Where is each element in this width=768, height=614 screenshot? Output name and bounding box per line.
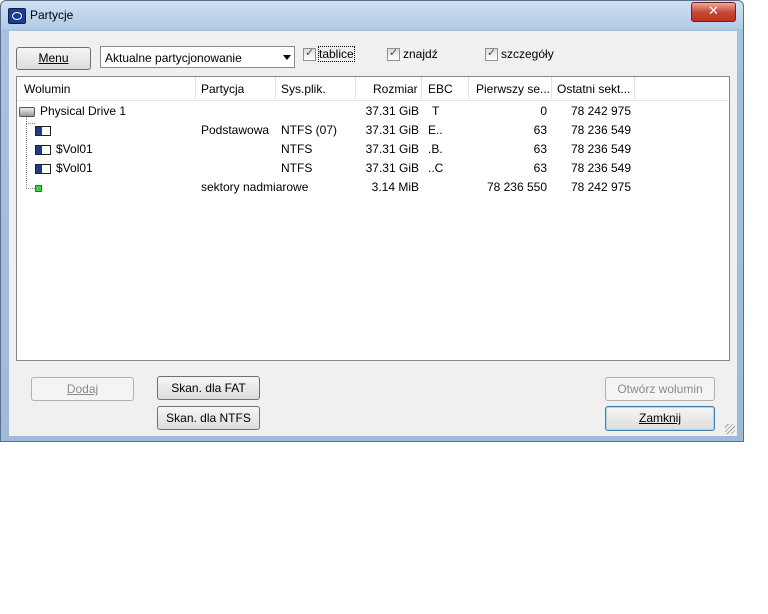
combo-value: Aktualne partycjonowanie xyxy=(105,51,242,65)
volume-icon xyxy=(35,145,51,155)
column-separator[interactable] xyxy=(355,77,356,99)
column-separator[interactable] xyxy=(275,77,276,99)
cell-filesystem: NTFS xyxy=(281,161,313,175)
checkbox-details-box[interactable] xyxy=(485,46,498,61)
cell-first-sector: 63 xyxy=(533,142,547,156)
cell-first-sector: 63 xyxy=(533,123,547,137)
cell-size: 37.31 GiB xyxy=(365,123,419,137)
table-row[interactable]: sektory nadmiarowe 3.14 MiB 78 236 550 7… xyxy=(17,178,729,197)
title-bar[interactable]: Partycje ✕ xyxy=(1,1,743,29)
cell-volume: Physical Drive 1 xyxy=(40,104,127,118)
checkbox-find-label: znajdź xyxy=(403,47,438,61)
cell-size: 37.31 GiB xyxy=(365,142,419,156)
chevron-down-icon[interactable] xyxy=(283,55,291,60)
cell-first-sector: 0 xyxy=(540,104,547,118)
cell-size: 37.31 GiB xyxy=(365,161,419,175)
checkbox-details-label: szczegóły xyxy=(501,47,554,61)
partitions-window: Partycje ✕ Menu Aktualne partycjonowanie… xyxy=(0,0,744,442)
dialog-body: Menu Aktualne partycjonowanie tablice zn… xyxy=(9,31,737,436)
list-header: Wolumin Partycja Sys.plik. Rozmiar EBC P… xyxy=(17,77,729,101)
cell-volume: $Vol01 xyxy=(56,142,93,156)
table-row[interactable]: $Vol01 NTFS 37.31 GiB .B. 63 78 236 549 xyxy=(17,140,729,159)
cell-first-sector: 63 xyxy=(533,161,547,175)
free-space-icon xyxy=(35,185,42,192)
cell-last-sector: 78 236 549 xyxy=(570,123,631,137)
checkbox-tables-box[interactable] xyxy=(303,46,316,61)
scan-fat-button[interactable]: Skan. dla FAT xyxy=(157,376,260,400)
cell-filesystem: NTFS xyxy=(281,142,313,156)
menu-button[interactable]: Menu xyxy=(16,47,91,70)
checkbox-find-box[interactable] xyxy=(387,46,400,61)
column-separator[interactable] xyxy=(195,77,196,99)
cell-last-sector: 78 236 549 xyxy=(570,161,631,175)
resize-grip-icon[interactable] xyxy=(725,424,735,434)
cell-last-sector: 78 242 975 xyxy=(570,180,631,194)
cell-last-sector: 78 236 549 xyxy=(570,142,631,156)
column-separator[interactable] xyxy=(634,77,635,99)
cell-first-sector: 78 236 550 xyxy=(486,180,547,194)
cell-ebc: ..C xyxy=(428,161,444,175)
column-header-last-sector[interactable]: Ostatni sekt... xyxy=(557,82,635,96)
table-row[interactable]: Podstawowa NTFS (07) 37.31 GiB E.. 63 78… xyxy=(17,121,729,140)
window-title: Partycje xyxy=(30,8,74,22)
scan-ntfs-button[interactable]: Skan. dla NTFS xyxy=(157,406,260,430)
column-separator[interactable] xyxy=(421,77,422,99)
table-row[interactable]: Physical Drive 1 37.31 GiB T 0 78 242 97… xyxy=(17,102,729,121)
table-row[interactable]: $Vol01 NTFS 37.31 GiB ..C 63 78 236 549 xyxy=(17,159,729,178)
close-window-button[interactable]: ✕ xyxy=(691,2,736,22)
open-volume-button[interactable]: Otwórz wolumin xyxy=(605,377,715,401)
app-icon xyxy=(8,8,26,24)
cell-last-sector: 78 242 975 xyxy=(570,104,631,118)
cell-ebc: E.. xyxy=(428,123,443,137)
add-button[interactable]: Dodaj xyxy=(31,377,134,401)
column-header-filesystem[interactable]: Sys.plik. xyxy=(281,82,326,96)
column-header-partition[interactable]: Partycja xyxy=(201,82,244,96)
cell-partition: Podstawowa xyxy=(201,123,270,137)
cell-size: 3.14 MiB xyxy=(371,180,419,194)
column-header-first-sector[interactable]: Pierwszy se... xyxy=(476,82,554,96)
volume-icon xyxy=(35,126,51,136)
column-header-size[interactable]: Rozmiar xyxy=(373,82,418,96)
partition-list[interactable]: Wolumin Partycja Sys.plik. Rozmiar EBC P… xyxy=(16,76,730,361)
close-button[interactable]: Zamknij xyxy=(605,406,715,431)
cell-volume: $Vol01 xyxy=(56,161,93,175)
column-separator[interactable] xyxy=(468,77,469,99)
partitioning-combo[interactable]: Aktualne partycjonowanie xyxy=(100,46,295,68)
cell-ebc: .B. xyxy=(428,142,443,156)
cell-size: 37.31 GiB xyxy=(365,104,419,118)
cell-filesystem: NTFS (07) xyxy=(281,123,338,137)
checkbox-tables-label: tablice xyxy=(318,46,355,62)
column-header-ebc[interactable]: EBC xyxy=(428,82,453,96)
cell-ebc: T xyxy=(432,104,440,118)
column-header-volume[interactable]: Wolumin xyxy=(24,82,70,96)
column-separator[interactable] xyxy=(551,77,552,99)
cell-partition: sektory nadmiarowe xyxy=(201,180,309,194)
volume-icon xyxy=(35,164,51,174)
